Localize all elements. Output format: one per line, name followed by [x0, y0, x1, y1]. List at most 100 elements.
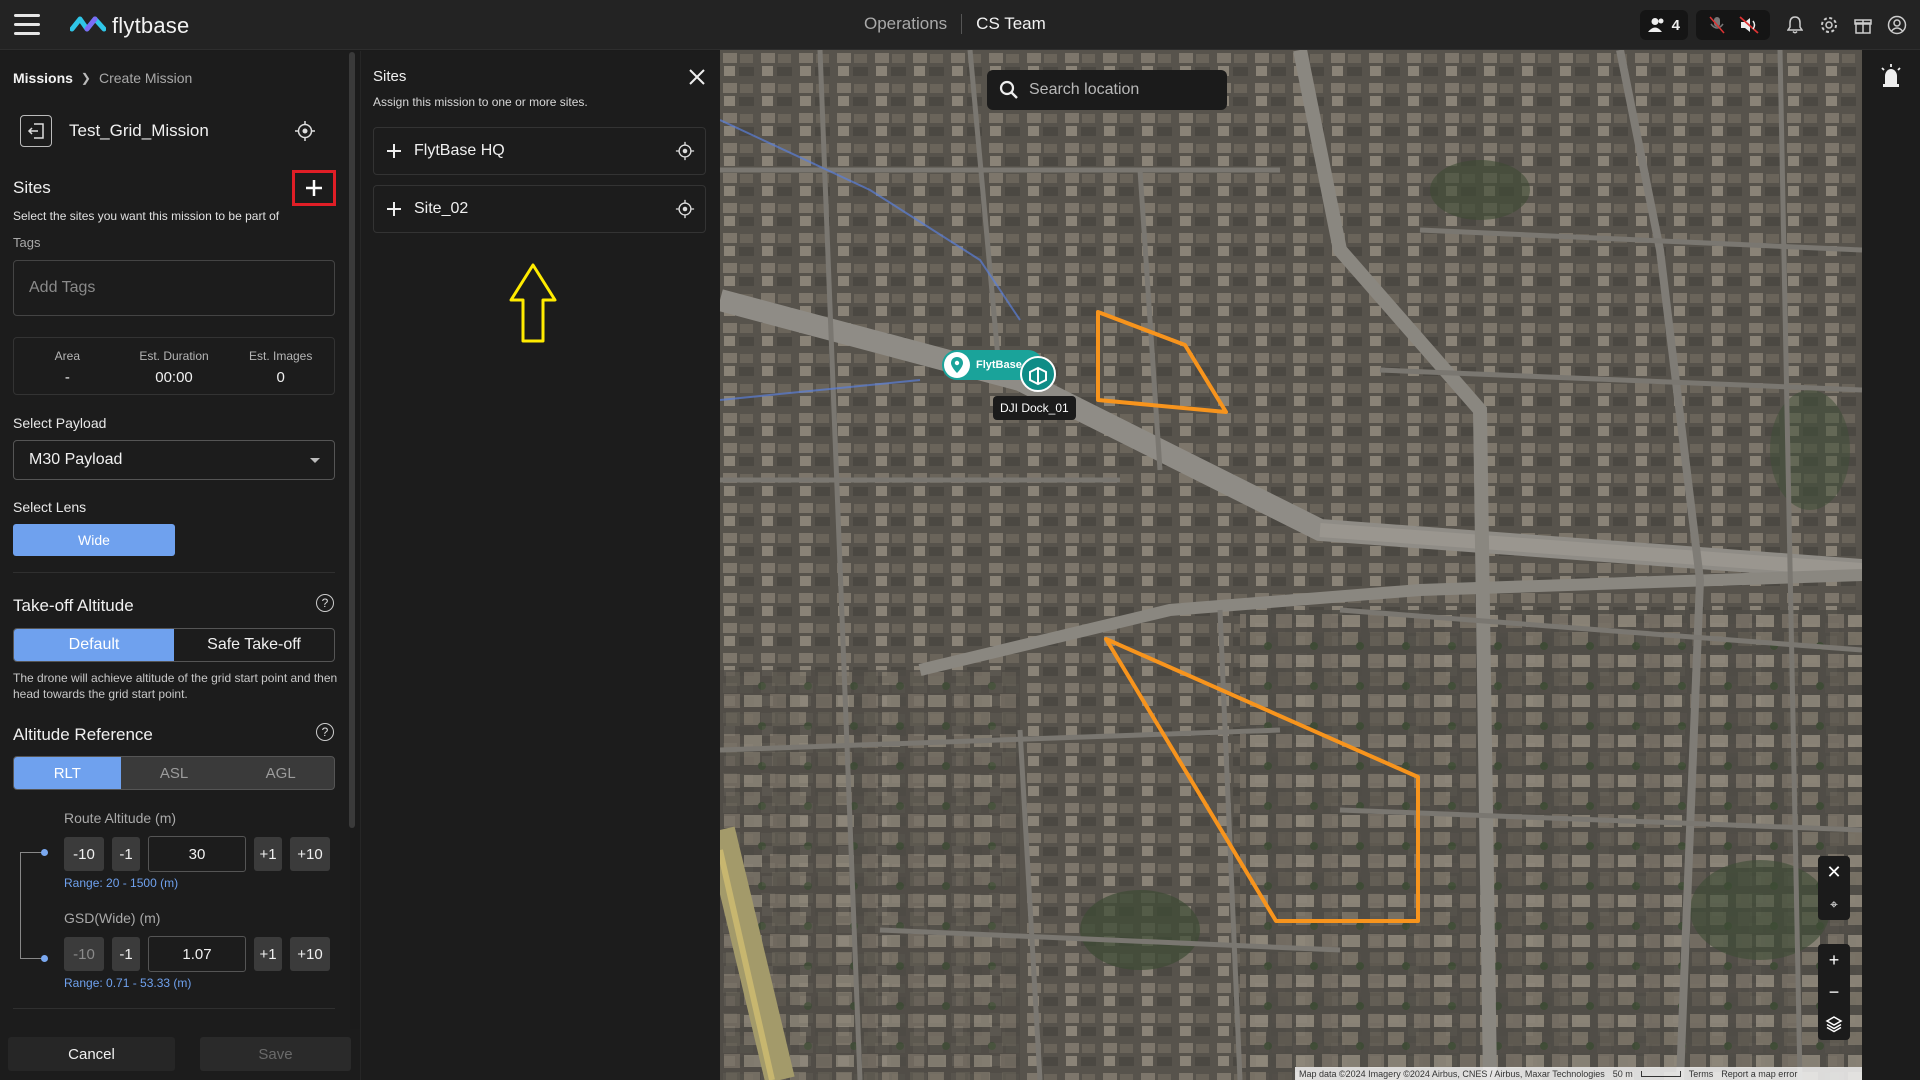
right-sidebar: [1862, 50, 1920, 1080]
sites-heading: Sites: [13, 178, 51, 197]
gift-icon[interactable]: [1846, 10, 1880, 40]
attribution-text: Map data ©2024 Imagery ©2024 Airbus, CNE…: [1299, 1068, 1605, 1079]
gsd-plus1-button[interactable]: +1: [254, 937, 282, 971]
add-site-button[interactable]: [292, 170, 336, 206]
gsd-minus10-button[interactable]: -10: [64, 937, 104, 971]
takeoff-toggle: Default Safe Take-off: [13, 628, 335, 662]
link-dot: [41, 849, 48, 856]
layers-icon[interactable]: [1818, 1008, 1850, 1040]
mission-panel: Missions ❯ Create Mission Test_Grid_Miss…: [0, 51, 350, 1080]
lens-label: Select Lens: [13, 499, 87, 515]
map-imagery: [720, 50, 1862, 1080]
report-link[interactable]: Report a map error: [1721, 1069, 1797, 1079]
gsd-stepper: -10 -1 +1 +10: [64, 936, 338, 972]
panel-scrollbar[interactable]: [349, 52, 355, 828]
route-alt-minus1-button[interactable]: -1: [112, 837, 140, 871]
route-altitude-stepper: -10 -1 +1 +10: [64, 836, 338, 872]
users-count: 4: [1671, 16, 1680, 34]
link-connector: [20, 852, 42, 853]
drawer-description: Assign this mission to one or more sites…: [373, 95, 588, 109]
locate-icon[interactable]: [665, 141, 705, 161]
altref-asl-option[interactable]: ASL: [121, 757, 228, 789]
zoom-out-button[interactable]: −: [1818, 976, 1850, 1008]
account-icon[interactable]: [1880, 10, 1914, 40]
nav-operations[interactable]: Operations: [864, 14, 947, 34]
route-altitude-input[interactable]: [148, 836, 246, 872]
dock-icon[interactable]: [1020, 356, 1056, 392]
top-bar: flytbase Operations CS Team 4: [0, 0, 1920, 50]
zoom-in-button[interactable]: +: [1818, 944, 1850, 976]
mission-name[interactable]: Test_Grid_Mission: [69, 121, 209, 141]
close-icon[interactable]: ✕: [1818, 856, 1850, 888]
annotation-arrow-up-icon: [509, 263, 557, 343]
help-icon[interactable]: ?: [316, 594, 334, 612]
draw-tools: ✕ ⌖: [1818, 856, 1850, 920]
close-icon[interactable]: [687, 67, 707, 87]
search-icon: [999, 80, 1018, 99]
mission-stats: Area - Est. Duration 00:00 Est. Images 0: [13, 337, 335, 395]
gsd-plus10-button[interactable]: +10: [290, 937, 330, 971]
payload-label: Select Payload: [13, 415, 107, 431]
sites-description: Select the sites you want this mission t…: [13, 209, 280, 223]
help-icon[interactable]: ?: [316, 723, 334, 741]
lens-wide-button[interactable]: Wide: [13, 524, 175, 556]
speaker-muted-icon[interactable]: [1736, 10, 1762, 40]
altref-rlt-option[interactable]: RLT: [14, 757, 121, 789]
chevron-right-icon: ❯: [80, 71, 91, 85]
locate-icon[interactable]: [665, 199, 705, 219]
drawer-title: Sites: [373, 68, 407, 85]
gsd-input[interactable]: [148, 936, 246, 972]
divider: [13, 572, 335, 573]
satellite-map[interactable]: [720, 50, 1862, 1080]
users-icon: [1647, 18, 1664, 32]
plus-icon: [306, 180, 322, 196]
route-alt-minus10-button[interactable]: -10: [64, 837, 104, 871]
users-online[interactable]: 4: [1639, 10, 1688, 40]
mic-muted-icon[interactable]: [1704, 10, 1730, 40]
gsd-minus1-button[interactable]: -1: [112, 937, 140, 971]
route-alt-plus1-button[interactable]: +1: [254, 837, 282, 871]
menu-icon[interactable]: [14, 14, 40, 36]
map-scale: 50 m: [1612, 1068, 1633, 1079]
search-location-input[interactable]: [1029, 81, 1219, 99]
site-row-flytbase-hq[interactable]: FlytBase HQ: [373, 127, 706, 175]
nav-team[interactable]: CS Team: [976, 14, 1046, 34]
tags-label: Tags: [13, 235, 41, 250]
stat-images: Est. Images 0: [227, 338, 334, 394]
back-button[interactable]: [20, 115, 52, 147]
altitude-reference-heading: Altitude Reference: [13, 725, 153, 744]
gsd-range: Range: 0.71 - 53.33 (m): [64, 976, 192, 990]
altref-agl-option[interactable]: AGL: [227, 757, 334, 789]
stat-value: -: [64, 369, 70, 386]
map-search[interactable]: [987, 70, 1227, 110]
nav-divider: [961, 14, 963, 34]
tags-input[interactable]: [13, 260, 335, 316]
payload-select[interactable]: M30 Payload: [13, 440, 335, 480]
link-connector: [20, 958, 42, 959]
sites-drawer: Sites Assign this mission to one or more…: [360, 51, 720, 1080]
divider: [13, 1008, 335, 1009]
breadcrumb-missions[interactable]: Missions: [13, 70, 73, 86]
flytbase-logo-icon: [70, 16, 106, 32]
save-button[interactable]: Save: [200, 1037, 351, 1071]
cancel-button[interactable]: Cancel: [8, 1037, 175, 1071]
stat-label: Est. Images: [249, 349, 313, 363]
bell-icon[interactable]: [1778, 10, 1812, 40]
takeoff-safe-option[interactable]: Safe Take-off: [174, 629, 334, 661]
brand-logo[interactable]: flytbase: [70, 12, 189, 40]
gear-icon[interactable]: [1812, 10, 1846, 40]
route-altitude-label: Route Altitude (m): [64, 810, 177, 826]
takeoff-default-option[interactable]: Default: [14, 629, 174, 661]
site-row-site-02[interactable]: Site_02: [373, 185, 706, 233]
crosshair-icon[interactable]: ⌖: [1818, 888, 1850, 920]
alarm-icon[interactable]: [1879, 64, 1903, 88]
org-nav: Operations CS Team: [864, 14, 1046, 34]
dock-label: DJI Dock_01: [993, 396, 1076, 420]
route-alt-plus10-button[interactable]: +10: [290, 837, 330, 871]
takeoff-heading: Take-off Altitude: [13, 596, 134, 615]
map-attribution: Map data ©2024 Imagery ©2024 Airbus, CNE…: [1295, 1067, 1862, 1080]
locate-icon[interactable]: [294, 120, 316, 142]
stat-value: 00:00: [155, 369, 193, 386]
site-name: Site_02: [414, 200, 469, 217]
terms-link[interactable]: Terms: [1689, 1069, 1714, 1079]
